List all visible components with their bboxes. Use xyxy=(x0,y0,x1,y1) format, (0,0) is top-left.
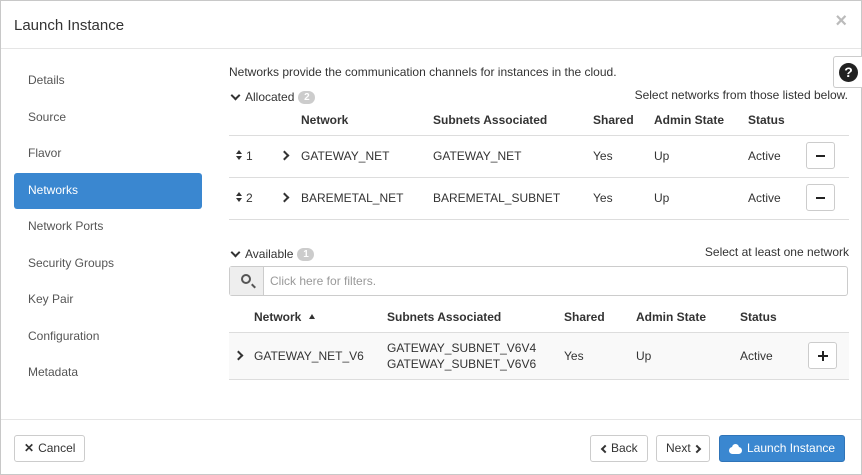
cancel-label: Cancel xyxy=(38,441,76,455)
divider xyxy=(229,379,849,380)
status-value: Active xyxy=(748,191,781,205)
sidebar-item-details[interactable]: Details xyxy=(14,63,202,100)
shared-value: Yes xyxy=(593,149,613,163)
subnets-associated: GATEWAY_NET xyxy=(433,149,522,163)
plus-icon-stem xyxy=(822,351,824,361)
allocated-col-subnets: Subnets Associated xyxy=(433,113,548,127)
modal-footer: ✕ Cancel Back Next Launch Instance xyxy=(1,419,861,475)
chevron-left-icon xyxy=(600,444,610,453)
subnet-line: GATEWAY_SUBNET_V6V6 xyxy=(387,357,537,371)
table-row: GATEWAY_NET_V6 GATEWAY_SUBNET_V6V4 GATEW… xyxy=(229,333,849,379)
status-value: Active xyxy=(748,149,781,163)
launch-instance-button[interactable]: Launch Instance xyxy=(719,435,846,462)
available-label: Available xyxy=(245,247,294,261)
sidebar-item-security-groups[interactable]: Security Groups xyxy=(14,246,202,283)
available-col-network-label: Network xyxy=(254,310,302,324)
search-icon xyxy=(241,274,251,284)
allocated-count-badge: 2 xyxy=(298,90,316,104)
admin-state-value: Up xyxy=(636,349,652,363)
available-col-shared: Shared xyxy=(564,310,605,324)
chevron-right-icon[interactable] xyxy=(233,350,244,361)
status-value: Active xyxy=(740,349,773,363)
next-label: Next xyxy=(666,441,691,455)
allocated-col-shared: Shared xyxy=(593,113,634,127)
subnets-associated: BAREMETAL_SUBNET xyxy=(433,191,561,205)
allocated-hint: Select networks from those listed below. xyxy=(634,88,848,102)
available-hint: Select at least one network xyxy=(704,245,849,259)
available-count-badge: 1 xyxy=(297,247,315,261)
sort-asc-icon xyxy=(308,314,315,319)
sidebar-item-configuration[interactable]: Configuration xyxy=(14,319,202,356)
filter-addon xyxy=(230,267,264,295)
launch-instance-modal: Launch Instance × Details Source Flavor … xyxy=(0,0,862,475)
sidebar-item-key-pair[interactable]: Key Pair xyxy=(14,282,202,319)
chevron-right-icon[interactable] xyxy=(279,192,290,203)
launch-label: Launch Instance xyxy=(747,441,836,455)
minus-icon xyxy=(816,197,825,199)
admin-state-value: Up xyxy=(654,191,670,205)
sidebar-item-source[interactable]: Source xyxy=(14,100,202,137)
cancel-button[interactable]: ✕ Cancel xyxy=(14,435,86,462)
minus-icon xyxy=(816,155,825,157)
shared-value: Yes xyxy=(564,349,584,363)
networks-panel: Networks provide the communication chann… xyxy=(229,1,849,419)
available-col-subnets: Subnets Associated xyxy=(387,310,502,324)
chevron-right-icon[interactable] xyxy=(279,150,290,161)
network-name: GATEWAY_NET xyxy=(301,149,390,163)
sidebar-item-metadata[interactable]: Metadata xyxy=(14,355,202,392)
chevron-down-icon xyxy=(230,247,241,258)
divider xyxy=(229,219,849,220)
network-name: BAREMETAL_NET xyxy=(301,191,404,205)
available-toggle[interactable]: Available 1 xyxy=(229,247,315,261)
divider xyxy=(229,135,849,136)
sidebar-item-network-ports[interactable]: Network Ports xyxy=(14,209,202,246)
sidebar-item-flavor[interactable]: Flavor xyxy=(14,136,202,173)
cloud-upload-icon xyxy=(729,444,742,454)
network-name: GATEWAY_NET_V6 xyxy=(254,349,364,363)
filter-input[interactable] xyxy=(265,267,847,295)
close-icon: ✕ xyxy=(24,441,35,455)
chevron-down-icon xyxy=(230,90,241,101)
subnet-line: GATEWAY_SUBNET_V6V4 xyxy=(387,341,537,355)
available-col-admin-state: Admin State xyxy=(636,310,707,324)
remove-network-button[interactable] xyxy=(806,142,835,169)
allocated-toggle[interactable]: Allocated 2 xyxy=(229,90,316,104)
row-index: 2 xyxy=(246,191,253,205)
allocated-label: Allocated xyxy=(245,90,295,104)
remove-network-button[interactable] xyxy=(806,184,835,211)
row-index: 1 xyxy=(246,149,253,163)
wizard-sidebar: Details Source Flavor Networks Network P… xyxy=(14,63,202,392)
shared-value: Yes xyxy=(593,191,613,205)
drag-handle-icon[interactable] xyxy=(236,150,242,160)
modal-title: Launch Instance xyxy=(14,17,125,34)
filter-bar xyxy=(229,266,848,296)
back-label: Back xyxy=(611,441,638,455)
allocated-col-network: Network xyxy=(301,113,349,127)
divider xyxy=(229,177,849,178)
allocated-col-status: Status xyxy=(748,113,785,127)
allocated-col-admin-state: Admin State xyxy=(654,113,725,127)
back-button[interactable]: Back xyxy=(590,435,648,462)
available-col-status: Status xyxy=(740,310,777,324)
chevron-right-icon xyxy=(692,444,701,453)
intro-text: Networks provide the communication chann… xyxy=(229,65,617,79)
drag-handle-icon[interactable] xyxy=(236,192,242,202)
add-network-button[interactable] xyxy=(808,342,837,369)
sidebar-item-networks[interactable]: Networks xyxy=(14,172,202,209)
available-col-network[interactable]: Network xyxy=(254,310,315,324)
admin-state-value: Up xyxy=(654,149,670,163)
next-button[interactable]: Next xyxy=(656,435,710,462)
